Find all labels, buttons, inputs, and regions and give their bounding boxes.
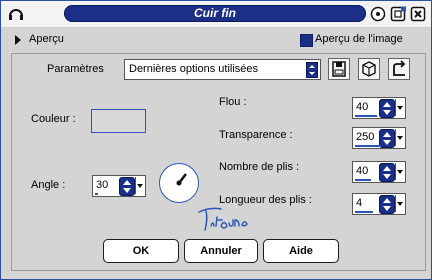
transparence-value[interactable]: 250 [356, 131, 374, 143]
angle-value[interactable]: 30 [96, 179, 108, 191]
flou-dropdown-icon[interactable] [395, 99, 404, 116]
preset-value: Dernières options utilisées [129, 63, 259, 75]
apercu-image-checkbox[interactable] [300, 34, 313, 47]
aide-button[interactable]: Aide [263, 239, 339, 263]
flou-label: Flou : [219, 96, 247, 108]
window-title: Cuir fin [64, 5, 366, 22]
parametres-label: Paramètres [47, 63, 104, 75]
transparence-spinner[interactable]: 250 [352, 127, 406, 149]
angle-spinner[interactable]: 30 [92, 175, 146, 197]
nombre-dropdown-icon[interactable] [395, 163, 404, 180]
nombre-spinner[interactable]: 40 [352, 161, 406, 183]
title-bar: Cuir fin [1, 1, 431, 28]
dropdown-toggle-icon[interactable] [306, 62, 318, 78]
angle-label: Angle : [31, 179, 66, 191]
flou-value[interactable]: 40 [356, 101, 368, 113]
restore-icon[interactable] [390, 6, 406, 22]
preset-dropdown[interactable]: Dernières options utilisées [124, 59, 321, 80]
nombre-value[interactable]: 40 [356, 165, 368, 177]
angle-dial[interactable] [159, 163, 199, 203]
help-circle-icon[interactable] [370, 6, 386, 22]
transparence-dropdown-icon[interactable] [395, 129, 404, 146]
reset-icon[interactable] [388, 58, 410, 80]
transparence-slider-bar[interactable] [355, 145, 381, 147]
flou-spinner[interactable]: 40 [352, 97, 406, 119]
longueur-dropdown-icon[interactable] [395, 195, 404, 212]
app-headset-icon [9, 9, 23, 20]
angle-updown-icon[interactable] [119, 177, 135, 196]
ok-button[interactable]: OK [103, 239, 179, 263]
color-swatch[interactable] [91, 109, 146, 133]
close-icon[interactable] [410, 6, 426, 22]
save-preset-icon[interactable] [328, 58, 350, 80]
nombre-label: Nombre de plis : [219, 161, 300, 173]
apercu-image-toggle[interactable]: Aperçu de l'image [300, 33, 412, 47]
angle-dropdown-icon[interactable] [135, 177, 144, 194]
flou-updown-icon[interactable] [379, 99, 395, 118]
annuler-button[interactable]: Annuler [184, 239, 258, 263]
longueur-value[interactable]: 4 [356, 197, 362, 209]
titoune-signature-watermark [198, 207, 248, 231]
nombre-slider-bar[interactable] [355, 179, 371, 181]
dialog-window: Cuir fin Aperçu Aperçu de l'image Paramè… [0, 0, 432, 280]
angle-slider-bar[interactable] [95, 193, 98, 195]
transparence-label: Transparence : [219, 129, 293, 141]
expand-arrow-icon[interactable] [15, 35, 21, 45]
transparence-updown-icon[interactable] [379, 129, 395, 148]
nombre-updown-icon[interactable] [379, 163, 395, 182]
longueur-spinner[interactable]: 4 [352, 193, 406, 215]
apercu-label[interactable]: Aperçu [29, 33, 64, 45]
apercu-image-label: Aperçu de l'image [315, 33, 403, 45]
flou-slider-bar[interactable] [355, 115, 377, 117]
couleur-label: Couleur : [31, 113, 76, 125]
randomize-cube-icon[interactable] [358, 58, 380, 80]
longueur-updown-icon[interactable] [379, 195, 395, 214]
longueur-slider-bar[interactable] [355, 211, 373, 213]
